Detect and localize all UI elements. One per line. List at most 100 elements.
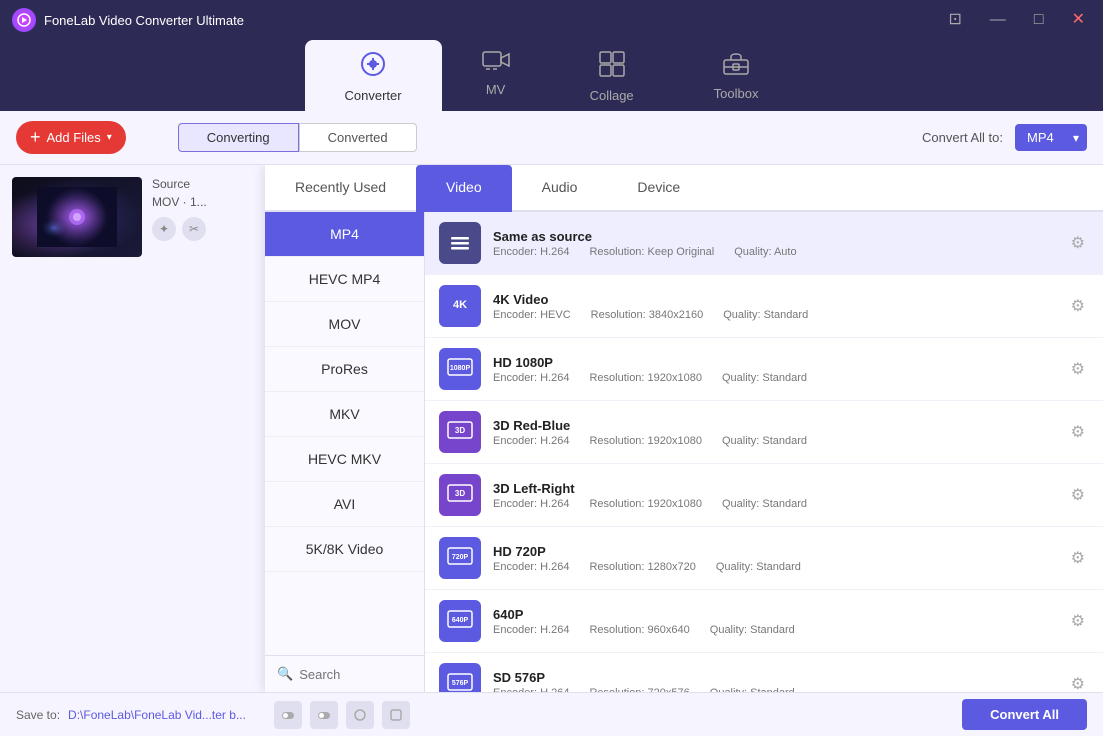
format-option-name-3d-lr: 3D Left-Right [493, 481, 1055, 496]
file-info: Source MOV · 1... ✦ ✂ [152, 177, 267, 241]
format-option-same-as-source[interactable]: Same as source Encoder: H.264 Resolution… [425, 212, 1103, 275]
format-badge-720p: 720P [439, 537, 481, 579]
save-path[interactable]: D:\FoneLab\FoneLab Vid...ter b... [68, 708, 246, 722]
convert-all-button[interactable]: Convert All [962, 699, 1087, 730]
nav-mv-label: MV [486, 82, 506, 97]
gear-icon-1[interactable]: ⚙ [1067, 292, 1089, 320]
format-option-name-720p: HD 720P [493, 544, 1055, 559]
file-source-label: Source [152, 177, 267, 191]
format-option-4k[interactable]: 4K 4K Video Encoder: HEVC Resolution: 38… [425, 275, 1103, 338]
format-meta-row-640p: Encoder: H.264 Resolution: 960x640 Quali… [493, 624, 1055, 636]
format-details-640p: 640P Encoder: H.264 Resolution: 960x640 … [493, 607, 1055, 636]
format-list-hevc-mkv[interactable]: HEVC MKV [265, 437, 424, 482]
svg-text:640P: 640P [452, 617, 469, 624]
search-input[interactable] [299, 667, 412, 682]
format-badge-640p: 640P [439, 600, 481, 642]
format-encoder-3d-lr: Encoder: H.264 [493, 498, 569, 510]
format-option-720p[interactable]: 720P HD 720P Encoder: H.264 Resolution: … [425, 527, 1103, 590]
format-option-3d-rb[interactable]: 3D 3D Red-Blue Encoder: H.264 Resolution… [425, 401, 1103, 464]
format-encoder: Encoder: H.264 [493, 246, 569, 258]
format-quality-1080p: Quality: Standard [722, 372, 807, 384]
tab-device[interactable]: Device [607, 165, 710, 212]
converter-icon [359, 50, 387, 84]
format-list-mkv[interactable]: MKV [265, 392, 424, 437]
nav-toolbox[interactable]: Toolbox [674, 40, 799, 111]
svg-text:576P: 576P [452, 680, 469, 687]
toggle-btn-1[interactable] [274, 701, 302, 729]
format-resolution-3d-lr: Resolution: 1920x1080 [589, 498, 702, 510]
format-list-hevc-mp4[interactable]: HEVC MP4 [265, 257, 424, 302]
toggle-btn-4[interactable] [382, 701, 410, 729]
close-button[interactable]: ✕ [1066, 10, 1091, 30]
format-picker: Recently Used Video Audio Device MP4 HEV… [265, 165, 1103, 692]
svg-text:3D: 3D [455, 489, 465, 498]
format-option-name-1080p: HD 1080P [493, 355, 1055, 370]
gear-icon-4[interactable]: ⚙ [1067, 481, 1089, 509]
gear-icon-2[interactable]: ⚙ [1067, 355, 1089, 383]
format-details-3d-rb: 3D Red-Blue Encoder: H.264 Resolution: 1… [493, 418, 1055, 447]
svg-text:720P: 720P [452, 554, 469, 561]
format-resolution-1080p: Resolution: 1920x1080 [589, 372, 702, 384]
format-list-mp4[interactable]: MP4 [265, 212, 424, 257]
nav-converter-label: Converter [345, 88, 402, 103]
format-badge-3d-lr: 3D [439, 474, 481, 516]
tab-video[interactable]: Video [416, 165, 512, 212]
tab-converting[interactable]: Converting [178, 123, 299, 152]
format-resolution-720p: Resolution: 1280x720 [589, 561, 695, 573]
format-option-640p[interactable]: 640P 640P Encoder: H.264 Resolution: 960… [425, 590, 1103, 653]
format-details-576p: SD 576P Encoder: H.264 Resolution: 720x5… [493, 670, 1055, 693]
tab-group: Converting Converted [178, 123, 417, 152]
format-option-1080p[interactable]: 1080P HD 1080P Encoder: H.264 Resolution… [425, 338, 1103, 401]
tab-audio[interactable]: Audio [512, 165, 608, 212]
gear-icon-3[interactable]: ⚙ [1067, 418, 1089, 446]
format-option-3d-lr[interactable]: 3D 3D Left-Right Encoder: H.264 Resoluti… [425, 464, 1103, 527]
format-list-avi[interactable]: AVI [265, 482, 424, 527]
cut-button[interactable]: ✂ [182, 217, 206, 241]
format-badge-3d-rb: 3D [439, 411, 481, 453]
tab-converted[interactable]: Converted [299, 123, 417, 152]
format-list: MP4 HEVC MP4 MOV ProRes MKV HEVC MKV AVI… [265, 212, 425, 692]
format-search: 🔍 [265, 655, 424, 692]
format-details-3d-lr: 3D Left-Right Encoder: H.264 Resolution:… [493, 481, 1055, 510]
add-files-button[interactable]: + Add Files ▾ [16, 121, 126, 154]
format-list-prores[interactable]: ProRes [265, 347, 424, 392]
star-button[interactable]: ✦ [152, 217, 176, 241]
format-quality-4k: Quality: Standard [723, 309, 808, 321]
maximize-button[interactable]: □ [1028, 10, 1050, 30]
main-area: + Add Files ▾ Converting Converted Conve… [0, 111, 1103, 692]
format-list-5k8k[interactable]: 5K/8K Video [265, 527, 424, 572]
gear-icon-0[interactable]: ⚙ [1067, 229, 1089, 257]
nav-converter[interactable]: Converter [305, 40, 442, 111]
format-meta-row: Encoder: H.264 Resolution: Keep Original… [493, 246, 1055, 258]
format-badge-same [439, 222, 481, 264]
format-meta-row-3d-lr: Encoder: H.264 Resolution: 1920x1080 Qua… [493, 498, 1055, 510]
file-item: Source MOV · 1... ✦ ✂ [12, 177, 267, 257]
nav-bar: Converter MV Collage [0, 40, 1103, 111]
title-bar: FoneLab Video Converter Ultimate ⊡ — □ ✕ [0, 0, 1103, 40]
gear-icon-7[interactable]: ⚙ [1067, 670, 1089, 692]
format-resolution-640p: Resolution: 960x640 [589, 624, 689, 636]
format-list-mov[interactable]: MOV [265, 302, 424, 347]
chat-button[interactable]: ⊡ [943, 10, 968, 30]
app-icon [12, 8, 36, 32]
nav-collage[interactable]: Collage [550, 40, 674, 111]
collage-icon [598, 50, 626, 84]
format-option-576p[interactable]: 576P SD 576P Encoder: H.264 Resolution: … [425, 653, 1103, 692]
format-resolution-3d-rb: Resolution: 1920x1080 [589, 435, 702, 447]
toggle-btn-3[interactable] [346, 701, 374, 729]
file-panel: Source MOV · 1... ✦ ✂ [0, 165, 280, 692]
toolbar: + Add Files ▾ Converting Converted Conve… [0, 111, 1103, 165]
toggle-btn-2[interactable] [310, 701, 338, 729]
format-quality-640p: Quality: Standard [710, 624, 795, 636]
format-option-name-640p: 640P [493, 607, 1055, 622]
format-encoder-640p: Encoder: H.264 [493, 624, 569, 636]
tab-recently-used[interactable]: Recently Used [265, 165, 416, 212]
nav-mv[interactable]: MV [442, 40, 550, 111]
file-name-label: MOV · 1... [152, 195, 267, 209]
gear-icon-6[interactable]: ⚙ [1067, 607, 1089, 635]
minimize-button[interactable]: — [984, 10, 1012, 30]
format-option-name-4k: 4K Video [493, 292, 1055, 307]
format-badge-1080p: 1080P [439, 348, 481, 390]
gear-icon-5[interactable]: ⚙ [1067, 544, 1089, 572]
format-select[interactable]: MP4 MOV MKV AVI [1015, 124, 1087, 151]
